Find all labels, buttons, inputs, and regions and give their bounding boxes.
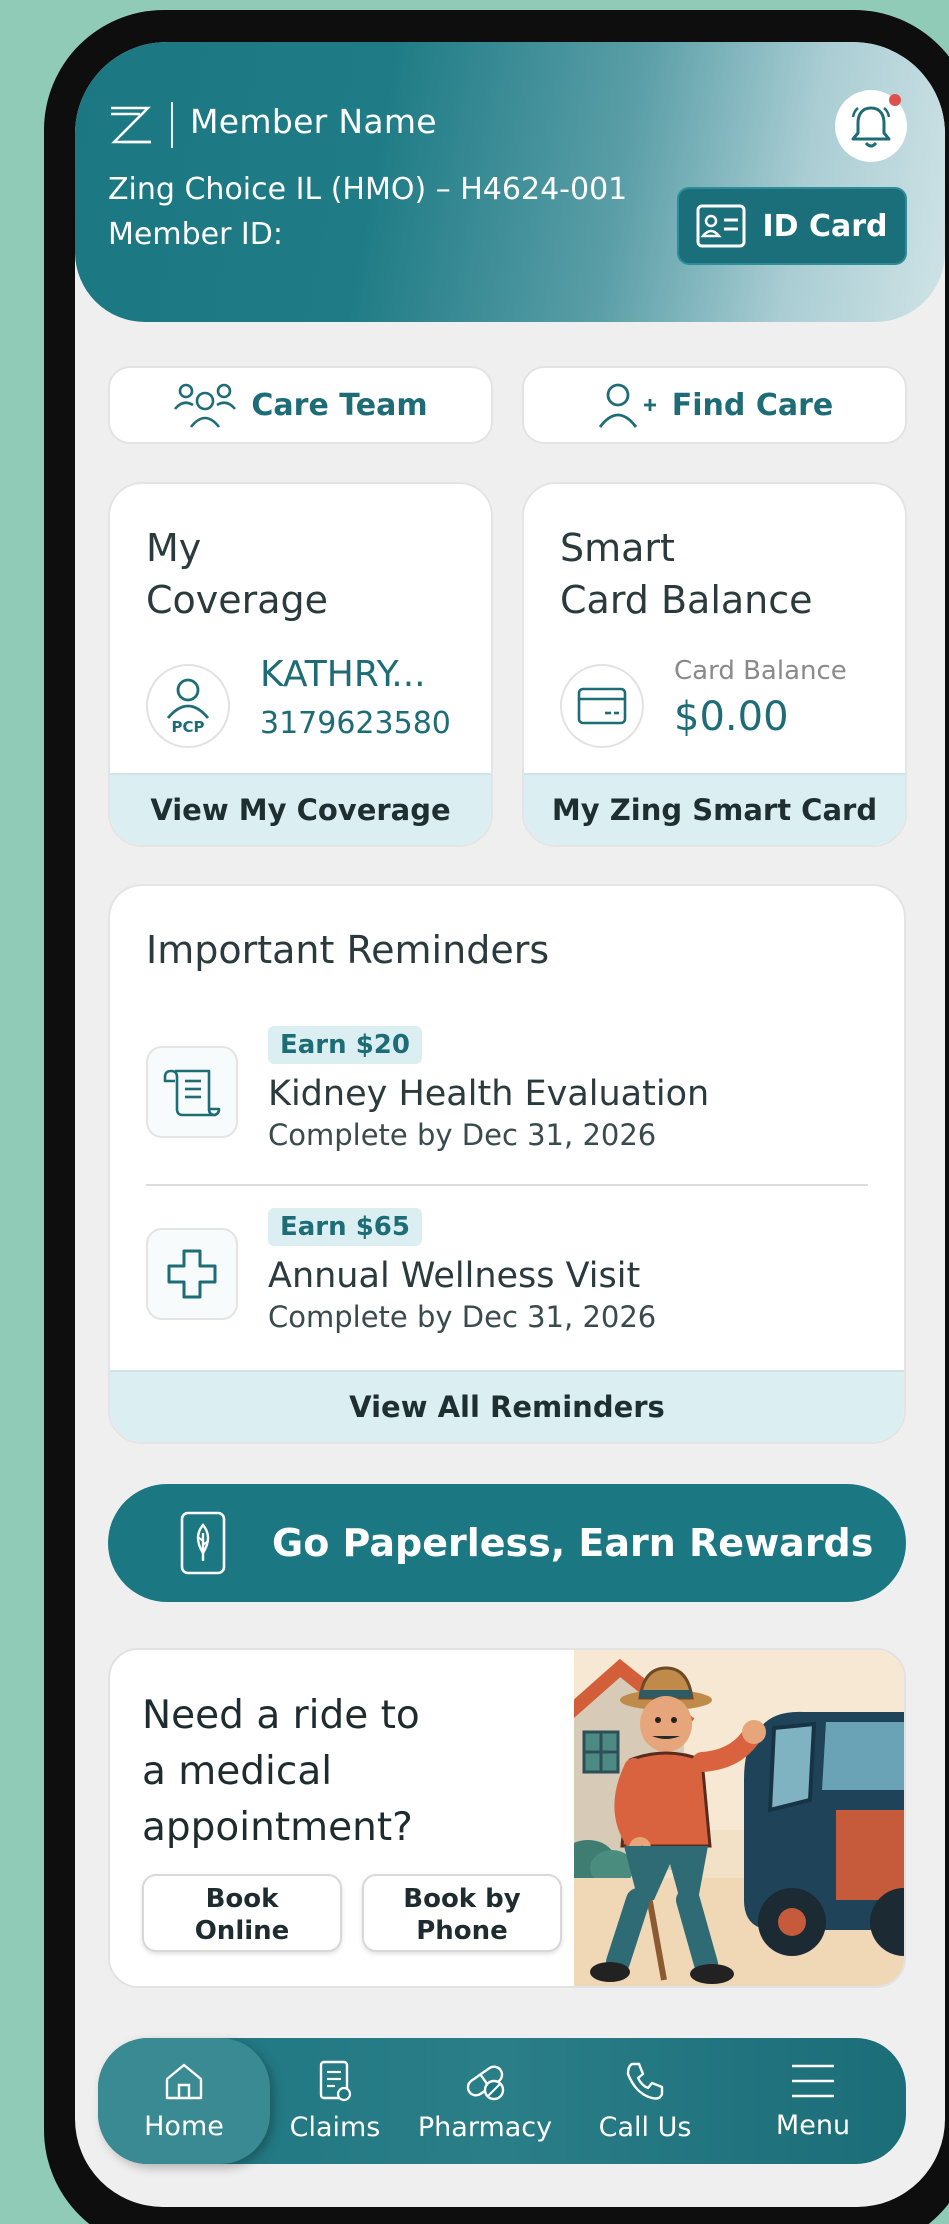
paperless-leaf-icon bbox=[180, 1511, 226, 1575]
scroll-icon bbox=[163, 1069, 221, 1117]
id-card-label: ID Card bbox=[762, 208, 888, 244]
nav-home[interactable]: Home bbox=[98, 2038, 270, 2164]
smart-card-card[interactable]: Smart Card Balance Card Balance $0.00 My… bbox=[522, 482, 907, 847]
nav-claims[interactable]: Claims bbox=[270, 2038, 400, 2164]
find-care-icon bbox=[598, 383, 656, 428]
reminder-icon-box bbox=[146, 1046, 238, 1138]
pcp-badge: PCP bbox=[171, 718, 205, 736]
id-card-icon bbox=[696, 204, 746, 248]
find-care-button[interactable]: Find Care bbox=[522, 366, 907, 444]
view-coverage-link[interactable]: View My Coverage bbox=[110, 773, 491, 845]
pcp-phone: 3179623580 bbox=[260, 706, 451, 741]
logo-separator bbox=[171, 102, 173, 148]
coverage-card[interactable]: My Coverage PCP KATHRY... 3179623580 Vie… bbox=[108, 482, 493, 847]
claims-icon bbox=[319, 2060, 352, 2101]
reminders-card: Important Reminders Earn $20 Kidney Heal… bbox=[108, 884, 906, 1444]
member-name: Member Name bbox=[190, 102, 437, 141]
smart-card-title-line1: Smart bbox=[560, 526, 675, 570]
reminder-due-date: Complete by Dec 31, 2026 bbox=[268, 1118, 657, 1152]
phone-icon bbox=[626, 2062, 664, 2100]
smart-card-title-line2: Card Balance bbox=[560, 578, 813, 622]
balance-value: $0.00 bbox=[674, 694, 789, 740]
coverage-title-line2: Coverage bbox=[146, 578, 329, 622]
coverage-title-line1: My bbox=[146, 526, 202, 570]
go-paperless-label: Go Paperless, Earn Rewards bbox=[272, 1521, 874, 1565]
bell-icon bbox=[851, 106, 891, 148]
nav-home-label: Home bbox=[144, 2110, 224, 2142]
nav-menu[interactable]: Menu bbox=[738, 2038, 888, 2164]
reminder-title: Kidney Health Evaluation bbox=[268, 1074, 710, 1114]
bottom-nav: Home Claims Pharmacy Call Us Menu bbox=[98, 2038, 906, 2164]
member-id: Member ID: bbox=[108, 217, 283, 252]
pcp-avatar: PCP bbox=[146, 664, 230, 748]
pill-icon bbox=[466, 2064, 505, 2100]
go-paperless-button[interactable]: Go Paperless, Earn Rewards bbox=[108, 1484, 906, 1602]
card-icon-circle bbox=[560, 664, 644, 748]
care-team-icon bbox=[174, 383, 237, 428]
pcp-name: KATHRY... bbox=[260, 654, 426, 695]
credit-card-icon bbox=[577, 687, 627, 725]
view-all-reminders-link[interactable]: View All Reminders bbox=[110, 1370, 904, 1442]
notification-dot bbox=[889, 94, 901, 106]
nav-pharmacy-label: Pharmacy bbox=[417, 2111, 553, 2143]
ride-promo-card: Need a ride to a medical appointment? Bo… bbox=[108, 1648, 906, 1988]
reminder-item[interactable]: Earn $20 Kidney Health Evaluation Comple… bbox=[146, 1026, 866, 1166]
care-team-label: Care Team bbox=[251, 387, 428, 423]
app-header: Member Name Zing Choice IL (HMO) – H4624… bbox=[75, 42, 945, 322]
balance-label: Card Balance bbox=[674, 656, 847, 686]
book-by-phone-button[interactable]: Book by Phone bbox=[362, 1874, 562, 1952]
reminder-due-date: Complete by Dec 31, 2026 bbox=[268, 1300, 657, 1334]
home-icon bbox=[165, 2063, 203, 2099]
care-team-button[interactable]: Care Team bbox=[108, 366, 493, 444]
find-care-label: Find Care bbox=[671, 387, 834, 423]
reward-badge: Earn $20 bbox=[268, 1026, 422, 1064]
ride-promo-text: Need a ride to a medical appointment? bbox=[142, 1693, 420, 1850]
ride-illustration bbox=[574, 1650, 904, 1986]
smart-card-link[interactable]: My Zing Smart Card bbox=[524, 773, 905, 845]
reminder-item[interactable]: Earn $65 Annual Wellness Visit Complete … bbox=[146, 1208, 866, 1348]
nav-call-us-label: Call Us bbox=[598, 2111, 692, 2143]
hamburger-menu-icon bbox=[792, 2064, 834, 2097]
medical-cross-icon bbox=[167, 1249, 217, 1299]
nav-call-us[interactable]: Call Us bbox=[570, 2038, 720, 2164]
zing-logo-icon bbox=[111, 106, 151, 144]
id-card-button[interactable]: ID Card bbox=[677, 187, 907, 265]
plan-name: Zing Choice IL (HMO) – H4624-001 bbox=[108, 172, 628, 207]
app-screen: Member Name Zing Choice IL (HMO) – H4624… bbox=[75, 42, 945, 2207]
nav-menu-label: Menu bbox=[775, 2109, 851, 2141]
book-online-button[interactable]: Book Online bbox=[142, 1874, 342, 1952]
reward-badge: Earn $65 bbox=[268, 1208, 422, 1246]
reminder-title: Annual Wellness Visit bbox=[268, 1256, 641, 1296]
nav-pharmacy[interactable]: Pharmacy bbox=[400, 2038, 570, 2164]
notifications-button[interactable] bbox=[835, 90, 907, 162]
reminder-divider bbox=[146, 1184, 868, 1186]
reminder-icon-box bbox=[146, 1228, 238, 1320]
nav-claims-label: Claims bbox=[289, 2111, 381, 2143]
reminders-title: Important Reminders bbox=[146, 928, 550, 972]
